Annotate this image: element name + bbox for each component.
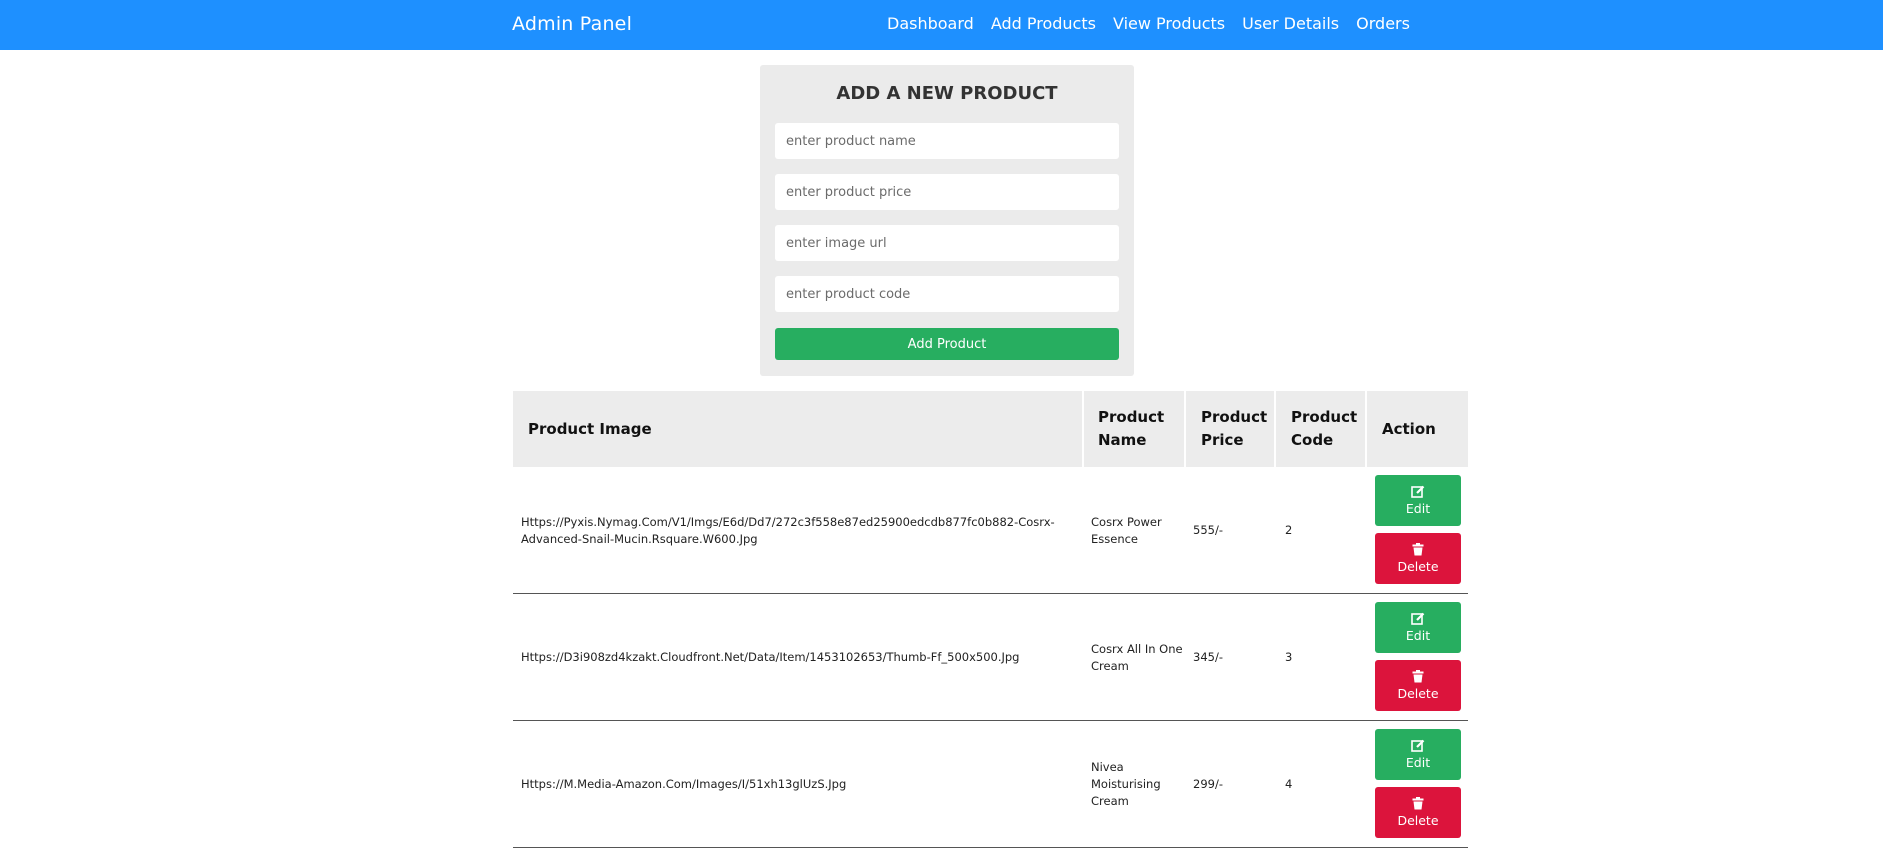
header-product-code: Product Code (1291, 408, 1358, 449)
product-image-url: Https://M.Media-Amazon.Com/Images/I/51xh… (521, 777, 847, 791)
product-name: Nivea Moisturising Cream (1091, 760, 1161, 808)
header-product-price: Product Price (1201, 408, 1268, 449)
nav-link-dashboard[interactable]: Dashboard (887, 14, 974, 33)
nav-link-view-products[interactable]: View Products (1113, 14, 1225, 33)
product-code-input[interactable] (775, 276, 1119, 312)
nav-link-user-details[interactable]: User Details (1242, 14, 1339, 33)
nav-links: Dashboard Add Products View Products Use… (887, 14, 1410, 33)
edit-icon (1411, 612, 1425, 625)
form-title: Add a new product (836, 83, 1058, 104)
edit-label: Edit (1405, 501, 1431, 516)
navbar: Admin Panel Dashboard Add Products View … (0, 0, 1883, 50)
product-code: 2 (1285, 523, 1293, 537)
product-name: Cosrx All In One Cream (1091, 641, 1183, 673)
table-row: Https://M.Media-Amazon.Com/Images/I/51xh… (513, 721, 1468, 848)
product-name: Cosrx Power Essence (1091, 514, 1162, 546)
delete-label: Delete (1397, 686, 1439, 701)
product-price: 345/- (1193, 650, 1223, 664)
trash-icon (1412, 797, 1424, 810)
product-code: 3 (1285, 650, 1293, 664)
trash-icon (1412, 670, 1424, 683)
delete-button[interactable]: Delete (1375, 787, 1461, 838)
edit-icon (1411, 739, 1425, 752)
delete-button[interactable]: Delete (1375, 533, 1461, 584)
product-price: 299/- (1193, 777, 1223, 791)
brand-title[interactable]: Admin Panel (512, 13, 632, 35)
edit-button[interactable]: Edit (1375, 475, 1461, 526)
edit-label: Edit (1405, 755, 1431, 770)
edit-icon (1411, 485, 1425, 498)
edit-button[interactable]: Edit (1375, 729, 1461, 780)
nav-link-add-products[interactable]: Add Products (991, 14, 1096, 33)
trash-icon (1412, 543, 1424, 556)
header-product-image: Product Image (528, 419, 652, 438)
product-price: 555/- (1193, 523, 1223, 537)
product-image-url: Https://D3i908zd4kzakt.Cloudfront.Net/Da… (521, 650, 1020, 664)
add-product-form: Add a new product Add Product (760, 65, 1134, 376)
product-code: 4 (1285, 777, 1293, 791)
edit-label: Edit (1405, 628, 1431, 643)
table-row: Https://Pyxis.Nymag.Com/V1/Imgs/E6d/Dd7/… (513, 467, 1468, 594)
edit-button[interactable]: Edit (1375, 602, 1461, 653)
product-image-url: Https://Pyxis.Nymag.Com/V1/Imgs/E6d/Dd7/… (521, 514, 1055, 546)
table-row: Https://D3i908zd4kzakt.Cloudfront.Net/Da… (513, 594, 1468, 721)
table-header: Product Image Product Name Product Price… (513, 391, 1468, 467)
header-action: Action (1382, 419, 1436, 438)
delete-label: Delete (1397, 559, 1439, 574)
product-name-input[interactable] (775, 123, 1119, 159)
product-price-input[interactable] (775, 174, 1119, 210)
delete-label: Delete (1397, 813, 1439, 828)
add-product-button[interactable]: Add Product (775, 328, 1119, 360)
header-product-name: Product Name (1098, 408, 1165, 449)
delete-button[interactable]: Delete (1375, 660, 1461, 711)
image-url-input[interactable] (775, 225, 1119, 261)
nav-link-orders[interactable]: Orders (1356, 14, 1410, 33)
